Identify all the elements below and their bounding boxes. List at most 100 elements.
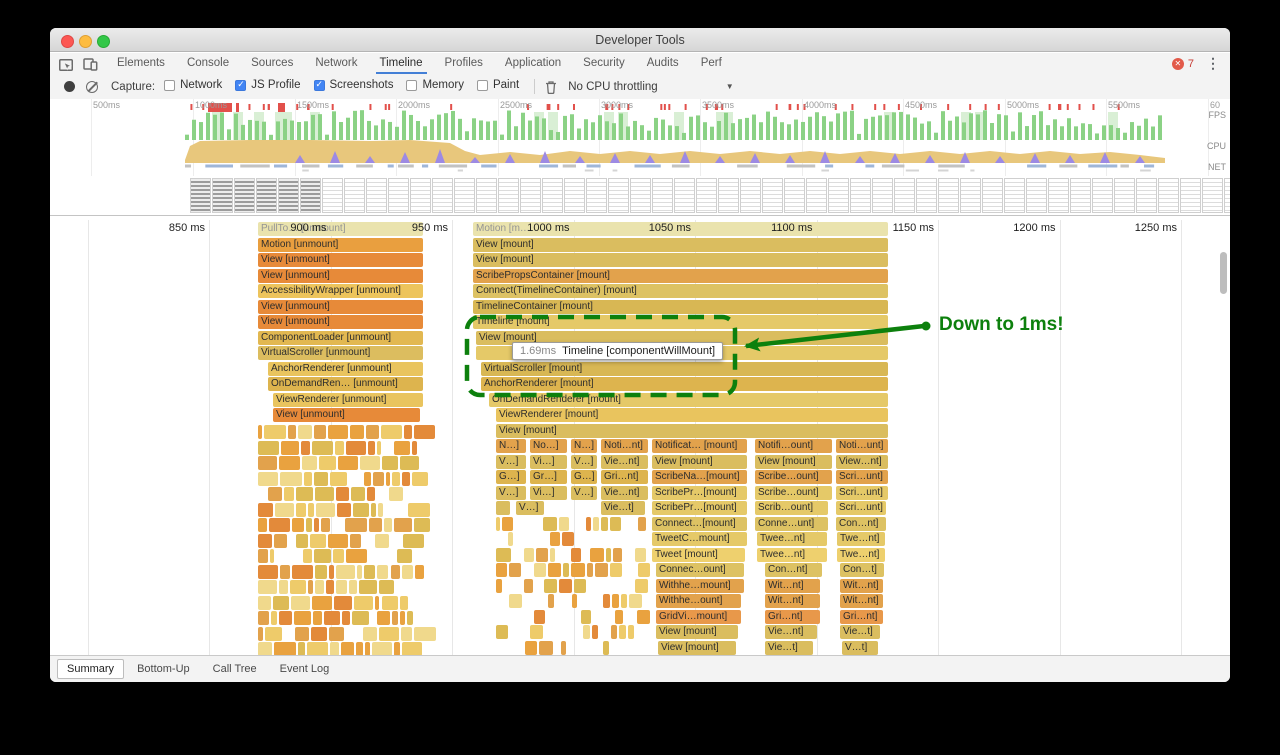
screenshot-thumbnail[interactable] <box>674 178 695 213</box>
flame-bar-small[interactable] <box>363 627 377 641</box>
flame-bar[interactable]: Withhe…mount] <box>656 579 744 593</box>
flame-bar-small[interactable] <box>324 611 340 625</box>
flame-bar-small[interactable] <box>550 532 560 546</box>
screenshot-thumbnail[interactable] <box>696 178 717 213</box>
tab-sources[interactable]: Sources <box>240 53 304 74</box>
flame-bar-small[interactable] <box>315 580 324 594</box>
device-toolbar-icon[interactable] <box>83 57 98 71</box>
flame-bar[interactable]: Notifi…ount] <box>755 439 832 453</box>
flame-bar[interactable]: View [unmount] <box>258 269 423 283</box>
flame-bar[interactable]: Timeline [mount] <box>473 315 888 329</box>
screenshot-thumbnail[interactable] <box>1026 178 1047 213</box>
flame-bar[interactable]: Gr…] <box>530 470 567 484</box>
flame-bar-small[interactable] <box>350 534 361 548</box>
flame-bar-small[interactable] <box>402 565 413 579</box>
screenshot-thumbnail[interactable] <box>608 178 629 213</box>
screenshot-thumbnail[interactable] <box>1092 178 1113 213</box>
flame-bar-small[interactable] <box>367 487 376 501</box>
window-titlebar[interactable]: Developer Tools <box>50 28 1230 52</box>
flame-bar-small[interactable] <box>329 627 343 641</box>
flame-bar-small[interactable] <box>308 503 314 517</box>
flame-bar-small[interactable] <box>296 503 306 517</box>
flame-bar-small[interactable] <box>394 642 400 655</box>
screenshot-thumbnail[interactable] <box>564 178 585 213</box>
flame-bar-small[interactable] <box>635 579 648 593</box>
screenshot-thumbnail[interactable] <box>388 178 409 213</box>
flame-bar-small[interactable] <box>619 625 626 639</box>
flame-bar-small[interactable] <box>291 596 310 610</box>
flame-bar[interactable]: View [unmount] <box>258 253 423 267</box>
flame-bar[interactable]: Vie…t] <box>840 625 880 639</box>
screenshot-thumbnail[interactable] <box>916 178 937 213</box>
screenshot-thumbnail[interactable] <box>806 178 827 213</box>
flame-bar-small[interactable] <box>414 627 436 641</box>
screenshot-thumbnail[interactable] <box>1114 178 1135 213</box>
flame-bar[interactable]: Con…nt] <box>765 563 822 577</box>
flame-bar-small[interactable] <box>543 517 558 531</box>
flame-bar-small[interactable] <box>638 563 650 577</box>
flame-bar-small[interactable] <box>258 503 273 517</box>
flame-bar[interactable]: AccessibilityWrapper [unmount] <box>258 284 423 298</box>
flame-bar[interactable]: Scribe…ount] <box>755 486 832 500</box>
flame-bar-small[interactable] <box>392 472 400 486</box>
flame-bar-small[interactable] <box>377 611 390 625</box>
flame-bar-small[interactable] <box>414 518 430 532</box>
vertical-scrollbar[interactable] <box>1220 252 1227 294</box>
flame-bar-small[interactable] <box>280 565 291 579</box>
flame-bar[interactable]: Vie…nt] <box>601 455 648 469</box>
flame-bar-small[interactable] <box>548 563 561 577</box>
flame-bar-small[interactable] <box>638 517 646 531</box>
flame-bar[interactable]: TweetC…mount] <box>652 532 747 546</box>
flame-bar-small[interactable] <box>312 441 333 455</box>
flame-bar-small[interactable] <box>336 580 347 594</box>
flame-bar-small[interactable] <box>258 549 268 563</box>
flame-bar[interactable]: View [mount] <box>496 424 888 438</box>
flame-bar-small[interactable] <box>534 563 545 577</box>
flame-bar-small[interactable] <box>373 472 384 486</box>
tab-console[interactable]: Console <box>176 53 240 74</box>
flame-bar-small[interactable] <box>280 472 301 486</box>
flame-bar[interactable]: Wit…nt] <box>765 579 820 593</box>
flame-bar-small[interactable] <box>316 503 336 517</box>
flame-bar-small[interactable] <box>269 518 290 532</box>
flame-bar-small[interactable] <box>496 579 502 593</box>
flame-bar-small[interactable] <box>407 611 414 625</box>
screenshot-thumbnail[interactable] <box>1180 178 1201 213</box>
flame-bar-small[interactable] <box>397 549 412 563</box>
flame-bar-small[interactable] <box>595 563 608 577</box>
flame-bar-small[interactable] <box>337 503 351 517</box>
screenshot-thumbnail[interactable] <box>740 178 761 213</box>
flame-bar-small[interactable] <box>381 425 403 439</box>
flame-bar-small[interactable] <box>357 565 362 579</box>
flame-bar[interactable]: Scribe…ount] <box>755 470 832 484</box>
flame-bar[interactable]: Notificat… [mount] <box>652 439 747 453</box>
flame-bar-small[interactable] <box>563 563 569 577</box>
flame-bar[interactable]: View [mount] <box>656 625 738 639</box>
screenshot-thumbnail[interactable] <box>784 178 805 213</box>
flame-bar[interactable] <box>496 501 510 515</box>
flame-bar-small[interactable] <box>335 441 343 455</box>
flame-bar-small[interactable] <box>279 611 293 625</box>
flame-bar-small[interactable] <box>366 425 379 439</box>
flame-bar-small[interactable] <box>312 596 332 610</box>
flame-bar-small[interactable] <box>365 642 370 655</box>
flame-bar-small[interactable] <box>548 594 554 608</box>
flame-bar-small[interactable] <box>635 548 646 562</box>
flame-bar-small[interactable] <box>349 580 356 594</box>
flame-bar-small[interactable] <box>412 441 417 455</box>
flame-bar-small[interactable] <box>628 625 634 639</box>
flame-bar-small[interactable] <box>302 456 317 470</box>
flame-bar-small[interactable] <box>621 594 627 608</box>
flame-bar-small[interactable] <box>496 517 500 531</box>
flame-bar-small[interactable] <box>612 594 619 608</box>
flame-bar-small[interactable] <box>336 487 349 501</box>
flame-bar[interactable]: ComponentLoader [unmount] <box>258 331 423 345</box>
flame-bar-small[interactable] <box>345 518 367 532</box>
flame-bar-small[interactable] <box>258 611 269 625</box>
detail-tab-event-log[interactable]: Event Log <box>270 659 340 679</box>
flame-bar-small[interactable] <box>307 642 327 655</box>
flame-bar-small[interactable] <box>295 627 309 641</box>
flame-bar-small[interactable] <box>346 549 367 563</box>
flame-bar-small[interactable] <box>301 441 311 455</box>
flame-bar-small[interactable] <box>412 472 429 486</box>
